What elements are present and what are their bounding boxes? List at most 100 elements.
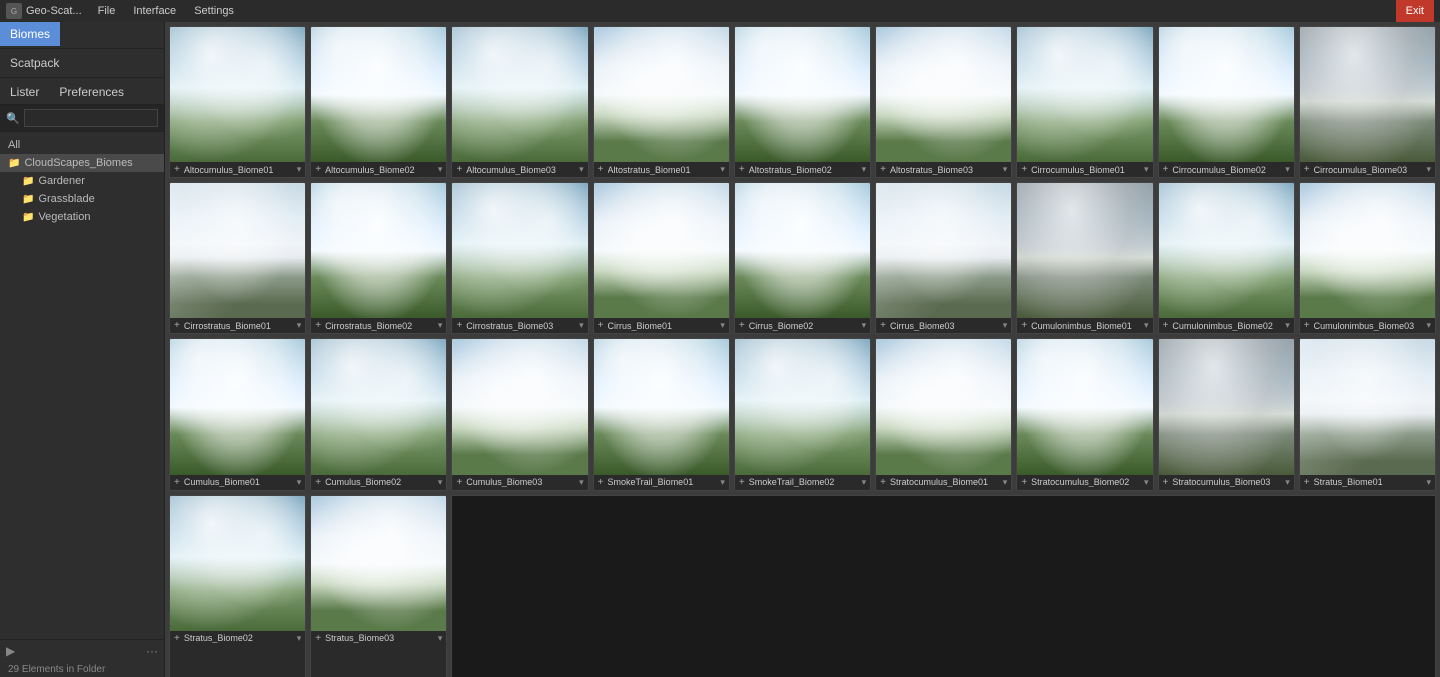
thumb-add-button[interactable]: + (1304, 320, 1310, 331)
thumb-add-button[interactable]: + (739, 320, 745, 331)
thumb-dropdown-button[interactable]: ▾ (720, 477, 725, 488)
thumb-dropdown-button[interactable]: ▾ (1144, 164, 1149, 175)
thumb-card[interactable]: +Cirrocumulus_Biome01▾ (1016, 26, 1153, 178)
thumb-add-button[interactable]: + (598, 320, 604, 331)
thumb-add-button[interactable]: + (174, 633, 180, 644)
thumb-add-button[interactable]: + (880, 164, 886, 175)
thumb-add-button[interactable]: + (1163, 477, 1169, 488)
thumb-dropdown-button[interactable]: ▾ (862, 477, 867, 488)
thumb-dropdown-button[interactable]: ▾ (297, 633, 302, 644)
thumb-card[interactable]: +Cirrostratus_Biome02▾ (310, 182, 447, 334)
play-button[interactable]: ▶ (6, 644, 15, 658)
thumb-card[interactable]: +Cumulonimbus_Biome01▾ (1016, 182, 1153, 334)
thumb-dropdown-button[interactable]: ▾ (1003, 320, 1008, 331)
thumb-card[interactable]: +Altostratus_Biome01▾ (593, 26, 730, 178)
thumb-add-button[interactable]: + (315, 164, 321, 175)
more-button[interactable]: ··· (146, 644, 158, 658)
thumb-dropdown-button[interactable]: ▾ (862, 164, 867, 175)
thumb-dropdown-button[interactable]: ▾ (1285, 164, 1290, 175)
thumb-card[interactable]: +Cirrus_Biome02▾ (734, 182, 871, 334)
thumb-add-button[interactable]: + (1021, 164, 1027, 175)
thumb-card[interactable]: +Cirrocumulus_Biome02▾ (1158, 26, 1295, 178)
thumb-dropdown-button[interactable]: ▾ (579, 320, 584, 331)
thumb-card[interactable]: +Cumulonimbus_Biome03▾ (1299, 182, 1436, 334)
thumb-card[interactable]: +SmokeTrail_Biome02▾ (734, 338, 871, 490)
thumb-add-button[interactable]: + (456, 164, 462, 175)
thumb-dropdown-button[interactable]: ▾ (438, 477, 443, 488)
search-input[interactable] (24, 109, 158, 127)
thumb-add-button[interactable]: + (315, 477, 321, 488)
interface-menu[interactable]: Interface (129, 3, 180, 19)
thumb-dropdown-button[interactable]: ▾ (1144, 477, 1149, 488)
tree-item-cloudscapes[interactable]: 📁CloudScapes_Biomes (0, 154, 164, 172)
thumb-dropdown-button[interactable]: ▾ (1003, 164, 1008, 175)
thumb-add-button[interactable]: + (1304, 164, 1310, 175)
thumb-dropdown-button[interactable]: ▾ (1426, 164, 1431, 175)
thumb-add-button[interactable]: + (1304, 477, 1310, 488)
thumb-add-button[interactable]: + (739, 164, 745, 175)
thumb-dropdown-button[interactable]: ▾ (720, 320, 725, 331)
thumb-dropdown-button[interactable]: ▾ (579, 477, 584, 488)
thumb-card[interactable]: +Altocumulus_Biome02▾ (310, 26, 447, 178)
thumb-add-button[interactable]: + (315, 320, 321, 331)
thumb-dropdown-button[interactable]: ▾ (1144, 320, 1149, 331)
thumb-card[interactable]: +Altostratus_Biome02▾ (734, 26, 871, 178)
settings-menu[interactable]: Settings (190, 3, 238, 19)
thumb-add-button[interactable]: + (739, 477, 745, 488)
file-menu[interactable]: File (94, 3, 120, 19)
exit-button[interactable]: Exit (1396, 0, 1434, 22)
thumb-dropdown-button[interactable]: ▾ (297, 164, 302, 175)
thumb-dropdown-button[interactable]: ▾ (297, 477, 302, 488)
thumb-add-button[interactable]: + (315, 633, 321, 644)
thumb-add-button[interactable]: + (598, 477, 604, 488)
thumb-add-button[interactable]: + (1021, 477, 1027, 488)
thumb-dropdown-button[interactable]: ▾ (720, 164, 725, 175)
tree-item-all[interactable]: All (0, 136, 164, 154)
thumb-card[interactable]: +Cirrostratus_Biome03▾ (451, 182, 588, 334)
thumb-card[interactable]: +SmokeTrail_Biome01▾ (593, 338, 730, 490)
thumb-dropdown-button[interactable]: ▾ (438, 164, 443, 175)
thumb-card[interactable]: +Stratocumulus_Biome02▾ (1016, 338, 1153, 490)
thumb-dropdown-button[interactable]: ▾ (579, 164, 584, 175)
thumb-card[interactable]: +Cirrocumulus_Biome03▾ (1299, 26, 1436, 178)
sidebar-nav-scatpack[interactable]: Scatpack (0, 51, 69, 75)
thumb-dropdown-button[interactable]: ▾ (438, 633, 443, 644)
thumb-add-button[interactable]: + (174, 164, 180, 175)
thumb-dropdown-button[interactable]: ▾ (438, 320, 443, 331)
tree-item-grassblade[interactable]: 📁Grassblade (0, 190, 164, 208)
thumb-add-button[interactable]: + (598, 164, 604, 175)
thumb-add-button[interactable]: + (174, 477, 180, 488)
thumb-dropdown-button[interactable]: ▾ (862, 320, 867, 331)
sidebar-nav-preferences[interactable]: Preferences (49, 80, 134, 104)
sidebar-nav-lister[interactable]: Lister (0, 80, 49, 104)
thumb-card[interactable]: +Stratus_Biome02▾ (169, 495, 306, 677)
thumb-card[interactable]: +Cumulus_Biome02▾ (310, 338, 447, 490)
thumb-card[interactable]: +Cumulonimbus_Biome02▾ (1158, 182, 1295, 334)
thumb-add-button[interactable]: + (880, 477, 886, 488)
thumb-add-button[interactable]: + (1021, 320, 1027, 331)
thumb-add-button[interactable]: + (880, 320, 886, 331)
thumb-dropdown-button[interactable]: ▾ (1285, 320, 1290, 331)
thumb-add-button[interactable]: + (1163, 164, 1169, 175)
thumb-card[interactable]: +Cumulus_Biome01▾ (169, 338, 306, 490)
tree-item-gardener[interactable]: 📁Gardener (0, 172, 164, 190)
thumb-dropdown-button[interactable]: ▾ (1426, 320, 1431, 331)
sidebar-nav-biomes[interactable]: Biomes (0, 22, 60, 46)
thumb-card[interactable]: +Altostratus_Biome03▾ (875, 26, 1012, 178)
thumb-add-button[interactable]: + (456, 477, 462, 488)
tree-item-vegetation[interactable]: 📁Vegetation (0, 208, 164, 226)
thumb-add-button[interactable]: + (174, 320, 180, 331)
thumb-card[interactable]: +Altocumulus_Biome01▾ (169, 26, 306, 178)
thumb-dropdown-button[interactable]: ▾ (1426, 477, 1431, 488)
thumb-card[interactable]: +Stratus_Biome01▾ (1299, 338, 1436, 490)
thumb-dropdown-button[interactable]: ▾ (1285, 477, 1290, 488)
thumb-dropdown-button[interactable]: ▾ (1003, 477, 1008, 488)
thumb-card[interactable]: +Stratus_Biome03▾ (310, 495, 447, 677)
thumb-card[interactable]: +Altocumulus_Biome03▾ (451, 26, 588, 178)
thumb-card[interactable]: +Cirrus_Biome03▾ (875, 182, 1012, 334)
thumb-card[interactable]: +Cumulus_Biome03▾ (451, 338, 588, 490)
thumb-card[interactable]: +Cirrostratus_Biome01▾ (169, 182, 306, 334)
thumb-add-button[interactable]: + (1163, 320, 1169, 331)
thumb-card[interactable]: +Cirrus_Biome01▾ (593, 182, 730, 334)
thumb-dropdown-button[interactable]: ▾ (297, 320, 302, 331)
